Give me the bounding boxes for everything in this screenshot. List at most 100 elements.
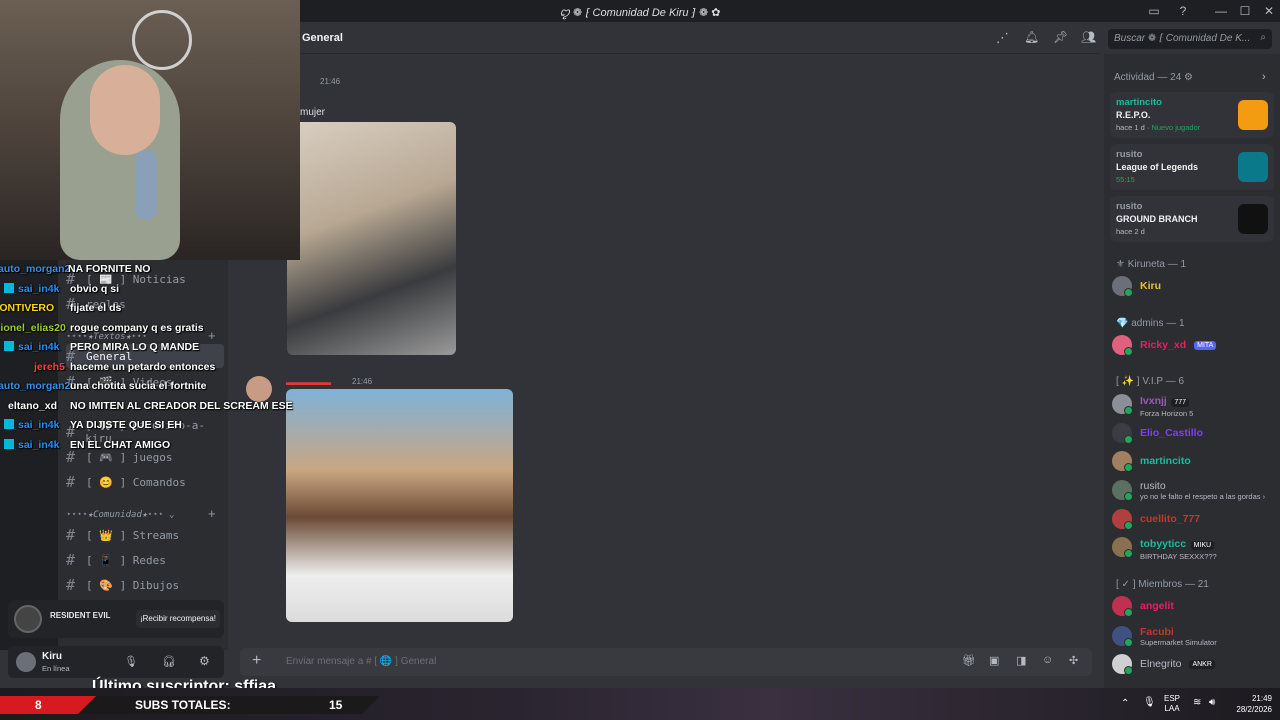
chat-message: YA DIJISTE QUE SI EH [70, 419, 182, 431]
bell-icon[interactable]: 🔔︎ [1024, 30, 1039, 44]
member-activity: yo no le falto el respeto a las gordas › [1140, 491, 1266, 501]
gift-icon[interactable]: 🎁︎ [962, 654, 976, 667]
member-kiru[interactable]: Kiru [1112, 272, 1272, 300]
chat-user: sai_in4k [18, 439, 60, 451]
channel-comandos[interactable]: # [ 😊 ] Comandos [66, 470, 224, 494]
member-item[interactable]: Ricky_xd MITA [1112, 331, 1272, 359]
message-composer[interactable]: + Enviar mensaje a # [ 🌐 ] General 🎁︎ ▣ … [240, 648, 1092, 676]
chat-message: haceme un petardo entonces [70, 361, 216, 373]
channel-label: [ 😊 ] Comandos [86, 475, 186, 489]
add-channel-icon[interactable]: + [208, 328, 216, 343]
minimize-button[interactable]: — [1213, 3, 1229, 19]
avatar[interactable] [16, 652, 36, 672]
user-panel: Kiru En línea 🎙︎ 🎧︎ ⚙ [8, 646, 224, 678]
gear-icon[interactable]: ⚙ [199, 654, 210, 668]
headphones-icon[interactable]: 🎧︎ [162, 655, 176, 668]
section-header: ⚜ Kiruneta — 1 [1116, 259, 1187, 270]
promo-game-title: RESIDENT EVIL [50, 611, 111, 620]
member-item[interactable]: Elio_Castillo [1112, 419, 1272, 447]
gif-icon[interactable]: ▣ [989, 654, 999, 667]
badge-icon [4, 283, 14, 293]
game-icon [1238, 152, 1268, 182]
search-input[interactable]: Buscar ❁ ⁅ Comunidad De K... ⌕ [1108, 29, 1272, 49]
inbox-icon[interactable]: ▭ [1146, 3, 1162, 19]
chat-user: sai_in4k [18, 341, 60, 353]
avatar [1112, 394, 1133, 415]
member-item[interactable]: rusito yo no le falto el respeto a las go… [1112, 476, 1272, 504]
language-indicator[interactable]: ESP LAA [1164, 694, 1180, 714]
chevron-up-icon[interactable]: ⌃ [1121, 698, 1129, 709]
avatar [1112, 509, 1133, 530]
member-item[interactable]: cuellito_777 [1112, 505, 1272, 533]
streamer-face [90, 65, 160, 155]
claim-reward-button[interactable]: ¡Recibir recompensa! [136, 610, 220, 628]
channel-label: [ 📱 ] Redes [86, 553, 166, 567]
avatar [1112, 423, 1133, 444]
member-tag: MIKU [1190, 540, 1215, 550]
microphone-icon[interactable]: 🎙︎ [1143, 697, 1156, 708]
avatar[interactable] [246, 376, 272, 402]
message-image[interactable] [287, 122, 456, 355]
chat-line: jereh5 haceme un petardo entonces [34, 361, 215, 373]
search-icon: ⌕ [1260, 32, 1266, 43]
member-item[interactable]: Facubi Supermarket Simulator [1112, 622, 1272, 650]
help-icon[interactable]: ? [1175, 3, 1191, 19]
message-text: mujer [300, 107, 326, 118]
add-attachment-icon[interactable]: + [252, 652, 261, 670]
channel-streams[interactable]: # [ 👑 ] Streams [66, 523, 224, 547]
composer-placeholder: Enviar mensaje a # [ 🌐 ] General [286, 656, 437, 667]
chat-message: rogue company q es gratis [70, 322, 204, 334]
member-name: Ivxnjj [1140, 394, 1167, 407]
lang-top: ESP [1164, 694, 1181, 703]
member-item[interactable]: tobyyticc MIKU BIRTHDAY SEXXX??? [1112, 533, 1272, 561]
avatar [1112, 537, 1133, 558]
chevron-right-icon[interactable]: › [1262, 71, 1266, 83]
activity-header: Actividad — 24 ⚙ [1114, 72, 1193, 83]
avatar [1112, 335, 1133, 356]
chat-line: JUANMIIOONTIVERO fijate el ds [0, 302, 121, 314]
volume-icon[interactable]: 🔊︎ [1209, 697, 1215, 708]
activity-card[interactable]: rusito GROUND BRANCH hace 2 d [1110, 196, 1274, 242]
message-author[interactable]: ▬▬▬▬▬ [286, 377, 331, 387]
pin-icon[interactable]: 📌︎ [1053, 30, 1068, 44]
microphone-icon[interactable]: 🎙︎ [124, 655, 138, 668]
member-item[interactable]: angelit [1112, 592, 1272, 620]
channel-dibujos[interactable]: # [ 🎨 ] Dibujos [66, 573, 224, 597]
member-tag: MITA [1194, 340, 1217, 350]
emoji-icon[interactable]: ☺ [1042, 654, 1053, 666]
avatar [1112, 480, 1133, 501]
avatar [1112, 626, 1133, 647]
member-item[interactable]: martincito [1112, 447, 1272, 475]
avatar [1112, 654, 1133, 675]
category-comunidad[interactable]: ⋆⋆⋆⋆★Comunidad★⋆⋆⋆ ⌄ [66, 510, 174, 520]
activity-card[interactable]: martincito R.E.P.O. hace 1 d · Nuevo jug… [1110, 92, 1274, 138]
promo-banner: RESIDENT EVIL ¡Recibir recompensa! [8, 600, 224, 638]
section-header: [ ✓ ] Miembros — 21 [1116, 579, 1209, 590]
threads-icon[interactable]: ⋰ [996, 30, 1009, 46]
wifi-icon[interactable]: ≋ [1193, 697, 1201, 708]
channel-header: General ⋰ 🔔︎ 📌︎ 👥︎ [228, 22, 1100, 54]
sticker-icon[interactable]: ◨ [1016, 654, 1026, 667]
message-timestamp: 21:46 [352, 377, 373, 386]
add-channel-icon[interactable]: + [208, 506, 216, 521]
game-icon [1238, 100, 1268, 130]
badge-icon [4, 419, 14, 429]
member-name: angelit [1140, 600, 1174, 612]
apps-icon[interactable]: ✣ [1069, 654, 1078, 667]
member-item[interactable]: Ivxnjj 777 Forza Horizon 5 [1112, 390, 1272, 418]
members-icon[interactable]: 👥︎ [1081, 30, 1096, 44]
member-item[interactable]: Elnegrito ANKR [1112, 650, 1272, 678]
maximize-button[interactable]: ☐ [1237, 3, 1253, 19]
member-name: Kiru [1140, 280, 1161, 292]
member-list: Actividad — 24 ⚙ › martincito R.E.P.O. h… [1104, 54, 1280, 694]
user-status: En línea [42, 664, 70, 673]
activity-card[interactable]: rusito League of Legends 55:15 [1110, 144, 1274, 190]
clock[interactable]: 21:49 28/2/2026 [1228, 693, 1272, 715]
close-button[interactable]: ✕ [1261, 3, 1277, 19]
member-activity: BIRTHDAY SEXXX??? [1140, 551, 1217, 561]
chat-user: Lionel_elias20 [0, 322, 66, 334]
channel-label: [ 👑 ] Streams [86, 528, 180, 542]
activity-extra: Nuevo jugador [1151, 123, 1201, 132]
channel-redes[interactable]: # [ 📱 ] Redes [66, 548, 224, 572]
message-image[interactable] [286, 389, 513, 622]
